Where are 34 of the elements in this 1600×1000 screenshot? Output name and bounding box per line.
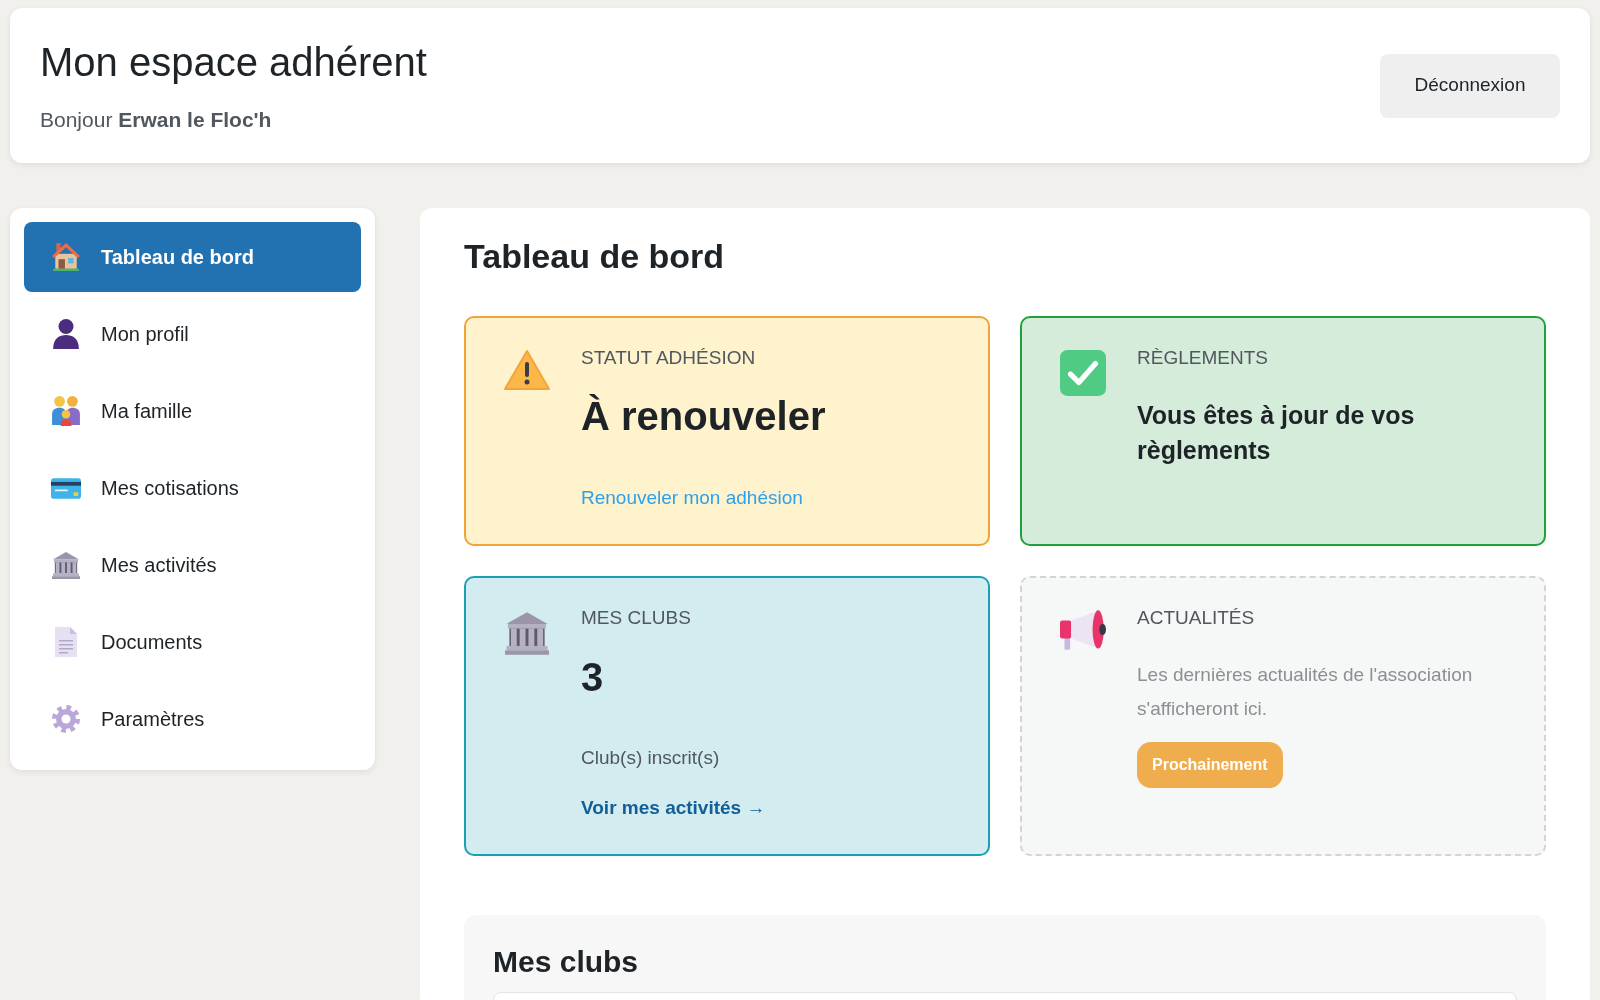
greeting-text: Bonjour Erwan le Floc'h (40, 106, 273, 133)
sidebar-item[interactable]: Documents (24, 607, 361, 677)
person-icon (53, 319, 79, 349)
card-label: MES CLUBS (581, 606, 691, 630)
megaphone-icon (1060, 610, 1106, 650)
card-caption: Club(s) inscrit(s) (581, 746, 720, 770)
check-icon (1060, 350, 1106, 396)
document-icon (55, 627, 77, 657)
coming-soon-badge: Prochainement (1137, 742, 1283, 788)
card-value: 3 (581, 654, 604, 701)
card-value: Vous êtes à jour de vos règlements (1137, 400, 1416, 466)
sidebar-item[interactable]: Paramètres (24, 684, 361, 754)
card-link[interactable]: Voir mes activités → (581, 795, 766, 821)
sidebar-item[interactable]: Mon profil (24, 299, 361, 369)
card-label: STATUT ADHÉSION (581, 346, 756, 370)
sidebar-item[interactable]: Ma famille (24, 376, 361, 446)
columned-building-icon (505, 612, 549, 655)
columned-building-icon (52, 551, 80, 579)
settings-icon (52, 705, 80, 733)
card-label: ACTUALITÉS (1137, 606, 1255, 630)
clubs-title: Mes clubs (493, 944, 640, 980)
family-icon (52, 396, 80, 426)
page-title: Mon espace adhérent (40, 38, 427, 86)
credit-card-icon (51, 477, 81, 499)
card-text: Les dernières actualités de l'association s'afficheront ici. (1137, 663, 1474, 721)
section-title: Tableau de bord (464, 236, 726, 277)
logout-button[interactable]: Déconnexion (1380, 53, 1560, 118)
sidebar-item[interactable]: Tableau de bord (24, 222, 361, 292)
warning-icon (504, 350, 550, 390)
house-icon (51, 242, 81, 272)
sidebar-item[interactable]: Mes activités (24, 530, 361, 600)
sidebar-item[interactable]: Mes cotisations (24, 453, 361, 523)
card-value: À renouveler (581, 393, 826, 440)
card-label: RÈGLEMENTS (1137, 346, 1268, 370)
